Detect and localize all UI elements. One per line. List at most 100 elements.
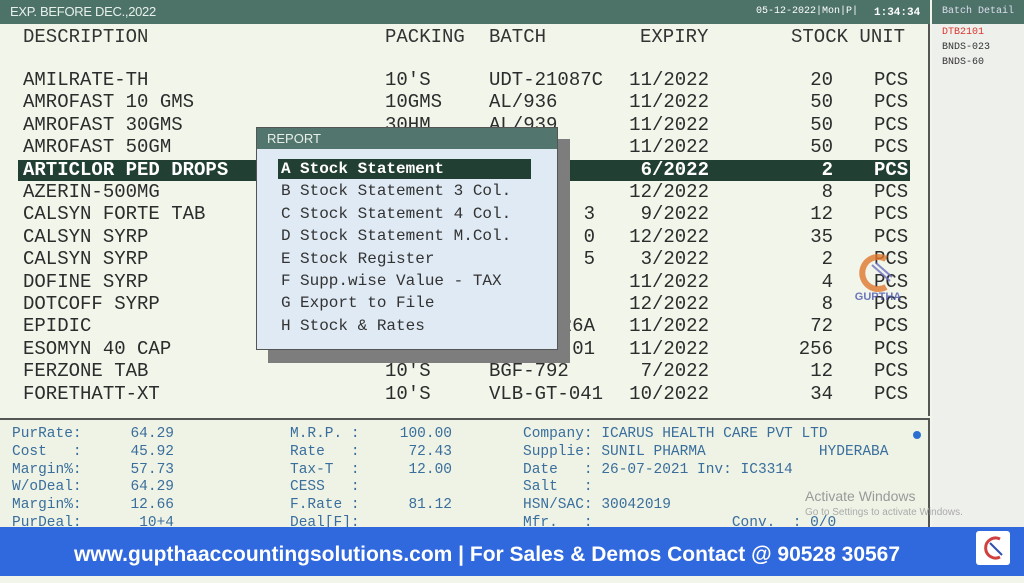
cell-unit: PCS <box>874 337 909 360</box>
detail-label: Cost : <box>12 443 82 460</box>
cell-batch: 5 <box>583 248 595 271</box>
cell-expiry: 12/2022 <box>629 181 709 203</box>
cell-unit: PCS <box>874 113 909 136</box>
item-details-panel: PurRate: 64.29 Cost : 45.92 Margin%: 57.73 W/o… <box>0 418 930 531</box>
cell-unit: PCS <box>874 203 909 226</box>
cell-stock: 8 <box>821 181 833 203</box>
table-row[interactable]: AMILRATE-TH 10'S UDT-21087C 11/2022 20 PCS <box>18 69 910 91</box>
promo-banner[interactable]: www.gupthaaccountingsolutions.com | For … <box>0 527 1024 576</box>
cell-expiry: 11/2022 <box>629 337 709 360</box>
detail-line: HSN/SAC: 30042019 <box>523 497 671 514</box>
cell-packing: 10'S <box>385 360 431 383</box>
cell-unit: PCS <box>874 69 909 91</box>
cell-expiry: 11/2022 <box>629 136 709 159</box>
menu-item[interactable]: F Supp.wise Value - TAX <box>278 271 531 291</box>
cell-description: ARTICLOR PED DROPS <box>23 158 229 181</box>
table-row[interactable]: AMROFAST 10 GMS 10GMS AL/936 11/2022 50 PCS <box>18 91 910 114</box>
menu-item-label: Supp.wise Value - TAX <box>300 272 502 290</box>
cell-stock: 12 <box>810 203 833 226</box>
menu-item[interactable]: D Stock Statement M.Col. <box>278 226 531 246</box>
col-batch: BATCH <box>489 26 547 48</box>
activate-windows-hint: Go to Settings to activate Windows. <box>805 507 963 518</box>
menu-item[interactable]: C Stock Statement 4 Col. <box>278 204 531 224</box>
activate-windows-watermark: Activate Windows <box>805 488 916 504</box>
table-row[interactable]: FERZONE TAB 10'S BGF-792 7/2022 12 PCS <box>18 360 910 383</box>
cell-packing: 10'S <box>385 69 431 91</box>
cell-unit: PCS <box>874 360 909 383</box>
cell-unit: PCS <box>874 91 909 114</box>
menu-item-key: D <box>281 227 291 246</box>
cell-packing: 10GMS <box>385 91 443 114</box>
title-bar: EXP. BEFORE DEC.,2022 05-12-2022|Mon|P| … <box>0 0 930 24</box>
cell-description: EPIDIC <box>23 315 92 338</box>
detail-line: Supplie: SUNIL PHARMA HYDERABA <box>523 443 889 460</box>
col-stock-unit: STOCK UNIT <box>791 26 906 48</box>
menu-item-label: Export to File <box>300 294 435 313</box>
batch-item[interactable]: DTB2101 <box>942 27 984 38</box>
menu-item-label: Stock Statement 4 Col. <box>300 204 512 223</box>
cell-stock: 50 <box>810 136 833 159</box>
report-title: EXP. BEFORE DEC.,2022 <box>10 4 156 19</box>
cell-stock: 12 <box>810 360 833 383</box>
batch-detail-panel: Batch Detail DTB2101 BNDS-023 BNDS-60 <box>932 0 1024 527</box>
cell-expiry: 9/2022 <box>640 203 709 226</box>
detail-line: Company: ICARUS HEALTH CARE PVT LTD <box>523 426 828 442</box>
detail-value: 64.29 <box>130 479 174 496</box>
table-row[interactable]: FORETHATT-XT 10'S VLB-GT-041 10/2022 34 PCS <box>18 382 910 405</box>
cell-description: AMROFAST 10 GMS <box>23 91 195 114</box>
detail-value: 64.29 <box>130 426 174 442</box>
date-status: 05-12-2022|Mon|P| <box>756 6 859 17</box>
cell-unit: PCS <box>874 181 909 203</box>
cell-batch: AL/936 <box>489 91 558 114</box>
detail-label: Tax-T : <box>290 461 360 478</box>
menu-item[interactable]: A Stock Statement <box>278 159 531 179</box>
menu-item-key: E <box>281 249 291 268</box>
detail-label: Margin%: <box>12 497 82 514</box>
menu-item[interactable]: B Stock Statement 3 Col. <box>278 181 531 201</box>
cell-expiry: 11/2022 <box>629 113 709 136</box>
menu-item-key: F <box>281 272 291 290</box>
cell-description: FERZONE TAB <box>23 360 149 383</box>
detail-value: 81.12 <box>408 497 452 514</box>
menu-item[interactable]: H Stock & Rates <box>278 316 531 336</box>
cell-stock: 256 <box>798 337 833 360</box>
detail-value: 45.92 <box>130 443 174 460</box>
cell-description: AMROFAST 30GMS <box>23 113 183 136</box>
detail-label: Margin%: <box>12 461 82 478</box>
cell-stock: 2 <box>821 248 833 271</box>
cell-stock: 8 <box>821 293 833 315</box>
cell-unit: PCS <box>874 136 909 159</box>
batch-detail-title: Batch Detail <box>932 0 1024 24</box>
scroll-indicator-icon <box>913 431 921 439</box>
cell-batch: 01 <box>572 337 595 360</box>
cell-batch: 0 <box>583 225 595 248</box>
menu-item-key: A <box>281 160 291 178</box>
cell-stock: 35 <box>810 225 833 248</box>
menu-item[interactable]: E Stock Register <box>278 249 531 269</box>
cell-description: FORETHATT-XT <box>23 382 160 405</box>
cell-batch: VLB-GT-041 <box>489 382 604 405</box>
menu-item[interactable]: G Export to File <box>278 293 531 313</box>
menu-item-label: Stock Register <box>300 249 435 268</box>
detail-value: 57.73 <box>130 461 174 478</box>
cell-description: AMILRATE-TH <box>23 69 149 91</box>
report-menu: REPORT A Stock Statement B Stock Statement … <box>256 127 558 350</box>
detail-label: F.Rate : <box>290 497 360 514</box>
cell-stock: 72 <box>810 315 833 338</box>
batch-item[interactable]: BNDS-60 <box>942 57 984 68</box>
guptha-logo-icon: GUPTHA <box>855 254 902 303</box>
menu-item-label: Stock Statement <box>300 160 445 178</box>
cell-batch: BGF-792 <box>489 360 569 383</box>
detail-value: 100.00 <box>399 426 452 442</box>
menu-item-key: H <box>281 316 291 335</box>
cell-expiry: 11/2022 <box>629 91 709 114</box>
menu-item-key: B <box>281 182 291 201</box>
batch-item[interactable]: BNDS-023 <box>942 42 990 53</box>
cell-batch: UDT-21087C <box>489 69 604 91</box>
col-packing: PACKING <box>385 26 465 48</box>
cell-stock: 2 <box>821 158 833 181</box>
cell-expiry: 12/2022 <box>629 225 709 248</box>
report-menu-title: REPORT <box>257 128 557 149</box>
cell-stock: 34 <box>810 382 833 405</box>
svg-text:GUPTHA: GUPTHA <box>855 291 902 303</box>
